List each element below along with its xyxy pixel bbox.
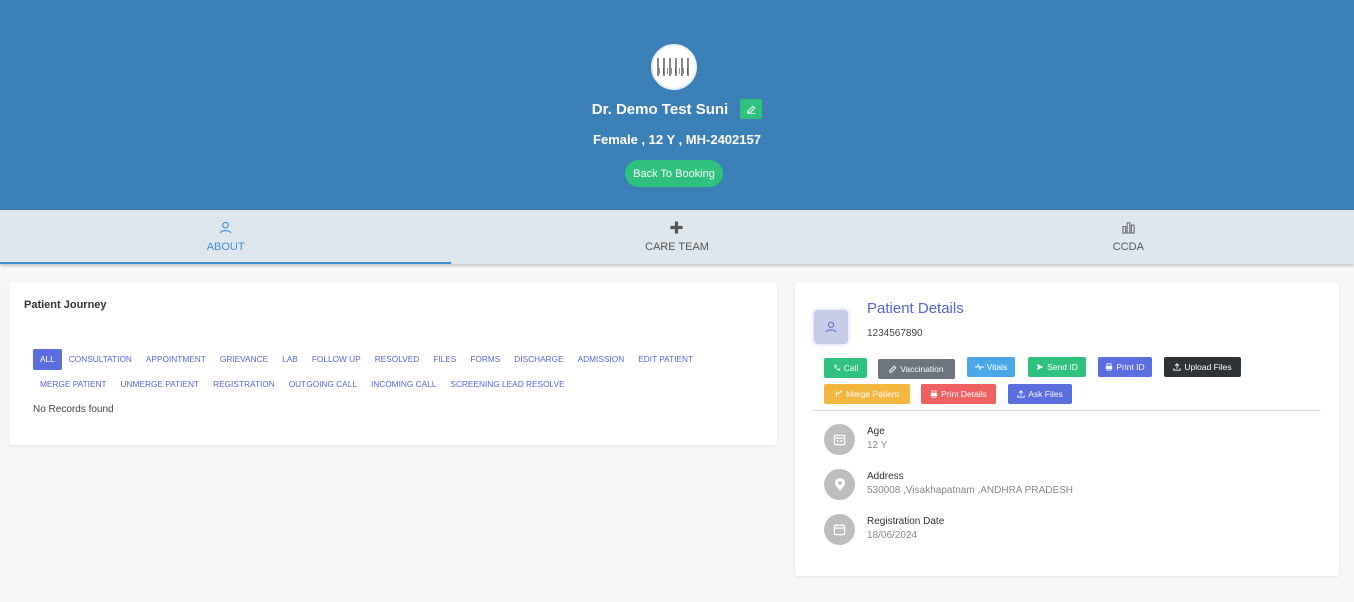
- name-row: Dr. Demo Test Suni: [0, 99, 1354, 119]
- pencil-icon: [889, 365, 897, 373]
- button-label: Upload Files: [1184, 362, 1232, 372]
- vaccination-button[interactable]: Vaccination: [878, 359, 955, 379]
- merge-icon: [836, 390, 843, 398]
- info-label: Address: [867, 471, 904, 482]
- filter-screening-lead-resolve[interactable]: SCREENING LEAD RESOLVE: [443, 374, 571, 395]
- button-label: Merge Patient: [846, 389, 899, 399]
- profile-avatar: [651, 44, 697, 90]
- card-title: Patient Journey: [24, 299, 107, 311]
- button-label: Send ID: [1047, 362, 1078, 372]
- info-address: Address 530008 ,Visakhapatnam ,ANDHRA PR…: [824, 469, 1073, 500]
- send-id-button[interactable]: Send ID: [1028, 357, 1086, 377]
- divider: [812, 410, 1321, 411]
- tab-care-team[interactable]: CARE TEAM: [451, 210, 902, 264]
- button-label: Vaccination: [900, 364, 944, 374]
- patient-journey-card: Patient Journey ALL CONSULTATION APPOINT…: [9, 282, 777, 445]
- upload-icon: [1173, 363, 1182, 371]
- pulse-icon: [974, 363, 984, 371]
- filter-merge-patient[interactable]: MERGE PATIENT: [33, 374, 114, 395]
- back-to-booking-button[interactable]: Back To Booking: [625, 160, 723, 187]
- location-pin-icon: [824, 469, 855, 500]
- patient-phone: 1234567890: [867, 328, 923, 339]
- info-registration-date: Registration Date 18/06/2024: [824, 514, 944, 545]
- calendar-icon: [824, 424, 855, 455]
- plus-icon: [670, 221, 684, 234]
- filter-lab[interactable]: LAB: [275, 349, 305, 370]
- button-label: Call: [843, 363, 859, 373]
- upload-icon: [1017, 390, 1025, 398]
- filter-all[interactable]: ALL: [33, 349, 62, 370]
- phone-icon: [834, 364, 840, 371]
- tab-about[interactable]: ABOUT: [0, 210, 452, 264]
- empty-state-text: No Records found: [33, 404, 114, 415]
- filter-unmerge-patient[interactable]: UNMERGE PATIENT: [114, 374, 207, 395]
- button-label: Vitals: [986, 362, 1008, 372]
- vitals-button[interactable]: Vitals: [967, 357, 1015, 377]
- filter-grievance[interactable]: GRIEVANCE: [213, 349, 275, 370]
- patient-summary: Female , 12 Y , MH-2402157: [593, 132, 761, 147]
- user-icon: [219, 221, 232, 234]
- info-label: Registration Date: [867, 516, 945, 527]
- info-value: 18/06/2024: [867, 530, 918, 541]
- chart-icon: [1122, 222, 1135, 234]
- filter-incoming-call[interactable]: INCOMING CALL: [364, 374, 443, 395]
- info-value: 12 Y: [867, 440, 888, 451]
- filter-admission[interactable]: ADMISSION: [571, 349, 632, 370]
- filter-forms[interactable]: FORMS: [463, 349, 507, 370]
- call-button[interactable]: Call: [824, 358, 867, 378]
- filter-follow-up[interactable]: FOLLOW UP: [305, 349, 368, 370]
- printer-icon: [1106, 363, 1113, 371]
- filter-discharge[interactable]: DISCHARGE: [507, 349, 570, 370]
- calendar-icon: [824, 514, 855, 545]
- info-age: Age 12 Y: [824, 424, 887, 455]
- card-title: Patient Details: [867, 300, 964, 317]
- info-label: Age: [867, 426, 885, 437]
- button-label: Print ID: [1116, 362, 1145, 372]
- merge-patient-button[interactable]: Merge Patient: [824, 384, 910, 404]
- patient-avatar: [814, 310, 848, 344]
- edit-profile-button[interactable]: [740, 99, 763, 119]
- tab-ccda[interactable]: CCDA: [903, 210, 1354, 264]
- filter-appointment[interactable]: APPOINTMENT: [139, 349, 213, 370]
- button-label: Print Details: [941, 389, 987, 399]
- doctor-name: Dr. Demo Test Suni: [591, 100, 729, 118]
- filter-files[interactable]: FILES: [426, 349, 463, 370]
- ask-files-button[interactable]: Ask Files: [1008, 384, 1072, 404]
- info-value: 530008 ,Visakhapatnam ,ANDHRA PRADESH: [867, 485, 1074, 496]
- profile-header: Dr. Demo Test Suni Female , 12 Y , MH-24…: [0, 0, 1354, 210]
- upload-files-button[interactable]: Upload Files: [1164, 357, 1241, 377]
- profile-tabs: ABOUT CARE TEAM CCDA: [0, 210, 1354, 264]
- tab-label: CCDA: [1112, 241, 1144, 253]
- button-label: Ask Files: [1028, 389, 1063, 399]
- printer-icon: [930, 390, 938, 398]
- filter-resolved[interactable]: RESOLVED: [368, 349, 427, 370]
- filter-registration[interactable]: REGISTRATION: [206, 374, 282, 395]
- print-details-button[interactable]: Print Details: [921, 384, 996, 404]
- pencil-icon: [747, 105, 756, 114]
- tab-label: ABOUT: [206, 241, 245, 253]
- print-id-button[interactable]: Print ID: [1098, 357, 1152, 377]
- patient-details-card: Patient Details 1234567890 Call Vaccinat…: [795, 282, 1339, 576]
- user-icon: [825, 321, 837, 333]
- filter-outgoing-call[interactable]: OUTGOING CALL: [282, 374, 364, 395]
- filter-edit-patient[interactable]: EDIT PATIENT: [631, 349, 700, 370]
- filter-consultation[interactable]: CONSULTATION: [62, 349, 139, 370]
- journey-filter-bar: ALL CONSULTATION APPOINTMENT GRIEVANCE L…: [33, 349, 763, 395]
- tab-label: CARE TEAM: [645, 241, 709, 253]
- send-icon: [1036, 363, 1044, 371]
